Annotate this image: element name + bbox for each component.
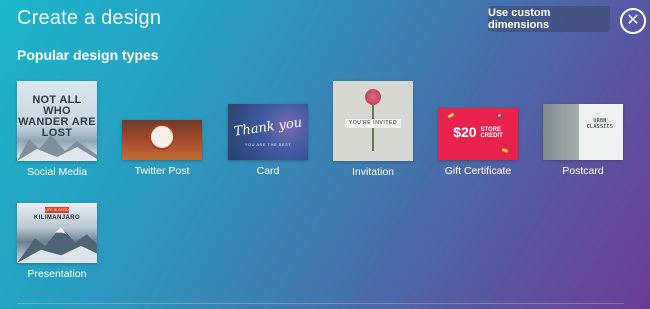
gift-amount-text: $20 STORE CREDIT bbox=[444, 124, 512, 140]
rose-stem bbox=[372, 105, 374, 151]
close-button[interactable]: ✕ bbox=[620, 8, 646, 34]
invitation-thumbnail[interactable]: YOU'RE INVITED bbox=[333, 81, 413, 161]
confetti-shape bbox=[501, 148, 509, 153]
invitation-thumb-text: YOU'RE INVITED bbox=[345, 119, 401, 128]
gift-amount: $20 bbox=[453, 124, 477, 140]
social-media-thumbnail[interactable]: NOT ALL WHO WANDER ARE LOST bbox=[17, 81, 97, 161]
confetti-shape bbox=[447, 112, 455, 119]
custom-dimensions-button[interactable]: Use custom dimensions bbox=[488, 6, 610, 32]
design-tile-social-media[interactable]: NOT ALL WHO WANDER ARE LOST Social Media bbox=[17, 81, 97, 181]
gift-certificate-thumbnail[interactable]: $20 STORE CREDIT bbox=[438, 108, 518, 160]
design-label: Postcard bbox=[562, 165, 604, 177]
gift-text-line-2: CREDIT bbox=[480, 133, 503, 140]
design-tile-presentation[interactable]: LIFE IS GOOD KILIMANJARO Presentation bbox=[17, 203, 97, 283]
page-title: Create a design bbox=[17, 7, 162, 29]
design-label: Presentation bbox=[27, 268, 87, 280]
design-tile-postcard[interactable]: URBN CLASSICS Postcard bbox=[543, 104, 623, 180]
card-thumbnail[interactable]: Thank you YOU ARE THE BEST bbox=[228, 104, 308, 160]
confetti-shape bbox=[498, 114, 501, 117]
design-label: Gift Certificate bbox=[444, 165, 512, 177]
close-icon: ✕ bbox=[626, 12, 640, 29]
presentation-thumbnail[interactable]: LIFE IS GOOD KILIMANJARO bbox=[17, 203, 97, 263]
mountain-illustration bbox=[17, 226, 97, 263]
design-label: Card bbox=[256, 165, 280, 177]
card-thumb-subtext: YOU ARE THE BEST bbox=[244, 142, 292, 147]
section-title: Popular design types bbox=[17, 47, 159, 63]
mountain-illustration bbox=[17, 135, 97, 161]
presentation-thumb-text: KILIMANJARO bbox=[33, 215, 81, 221]
card-thumb-text: Thank you bbox=[232, 115, 304, 140]
design-label: Twitter Post bbox=[134, 165, 190, 177]
design-tile-card[interactable]: Thank you YOU ARE THE BEST Card bbox=[228, 104, 308, 180]
twitter-post-thumbnail[interactable] bbox=[122, 120, 202, 160]
food-plate-illustration bbox=[149, 124, 175, 150]
design-label: Social Media bbox=[26, 166, 88, 178]
postcard-thumbnail[interactable]: URBN CLASSICS bbox=[543, 104, 623, 160]
design-tile-invitation[interactable]: YOU'RE INVITED Invitation bbox=[333, 81, 413, 181]
presentation-thumb-tag: LIFE IS GOOD bbox=[45, 207, 69, 213]
postcard-thumb-text: URBN CLASSICS bbox=[586, 118, 614, 130]
divider bbox=[17, 303, 624, 304]
rose-illustration bbox=[365, 89, 381, 105]
design-tile-gift-certificate[interactable]: $20 STORE CREDIT Gift Certificate bbox=[438, 108, 518, 180]
gift-credit-text: STORE CREDIT bbox=[480, 127, 502, 139]
design-tile-twitter-post[interactable]: Twitter Post bbox=[122, 120, 202, 180]
design-label: Invitation bbox=[351, 166, 395, 178]
